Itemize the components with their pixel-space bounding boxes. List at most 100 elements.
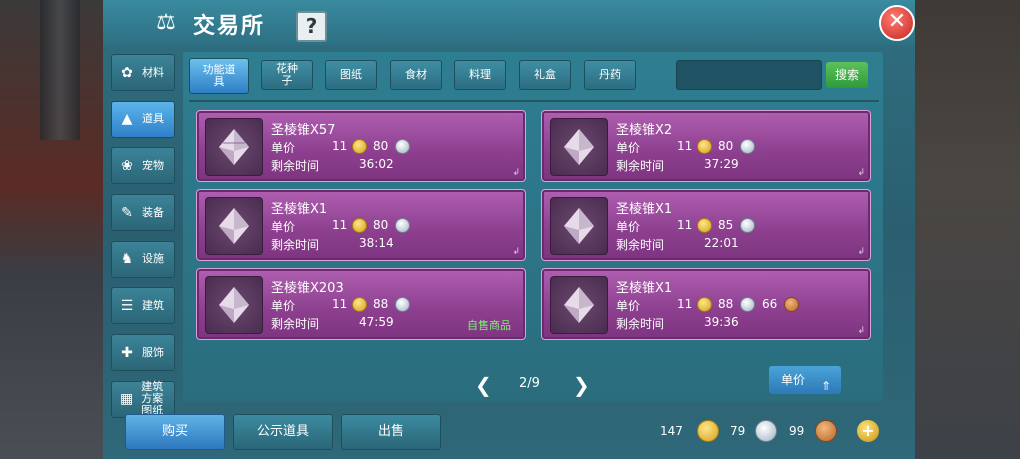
item-name: 圣棱锥X1 bbox=[616, 281, 673, 296]
corner-mark-icon: ↲ bbox=[857, 247, 865, 257]
listing-card[interactable]: 圣棱锥X203 单价 11 88 剩余时间 47:59 自售商品 bbox=[196, 268, 526, 340]
time-remaining: 37:29 bbox=[704, 157, 739, 171]
listing-area: 功能道具 花种子 图纸 食材 料理 礼盒 丹药 搜索 圣棱锥X57 单价 11 … bbox=[183, 52, 883, 402]
next-page-button[interactable]: ❯ bbox=[573, 373, 590, 397]
tab-ingredients[interactable]: 食材 bbox=[390, 60, 442, 90]
gold-coin-icon bbox=[352, 297, 367, 312]
gold-price: 11 bbox=[332, 139, 348, 153]
tab-blueprints[interactable]: 图纸 bbox=[325, 60, 377, 90]
gold-price: 11 bbox=[332, 218, 348, 232]
divider bbox=[189, 100, 879, 102]
sidebar-item-equipment[interactable]: ✎ 装备 bbox=[111, 194, 175, 232]
time-remaining: 22:01 bbox=[704, 236, 739, 250]
sidebar-item-tools[interactable]: ▲ 道具 bbox=[111, 100, 175, 138]
tab-label: 图纸 bbox=[340, 68, 362, 81]
blueprint-icon: ▦ bbox=[119, 391, 134, 408]
price-label: 单价 bbox=[271, 220, 296, 234]
sidebar-item-label: 装备 bbox=[142, 205, 164, 219]
price-label: 单价 bbox=[271, 141, 296, 155]
tab-functional-items[interactable]: 功能道具 bbox=[189, 58, 249, 94]
corner-mark-icon: ↲ bbox=[512, 168, 520, 178]
time-label: 剩余时间 bbox=[271, 159, 320, 173]
tab-label: 花种子 bbox=[276, 62, 298, 87]
time-label: 剩余时间 bbox=[271, 238, 320, 252]
gold-balance: 147 bbox=[660, 424, 683, 438]
silver-coin-icon bbox=[740, 139, 755, 154]
tab-elixirs[interactable]: 丹药 bbox=[584, 60, 636, 90]
time-label: 剩余时间 bbox=[616, 159, 665, 173]
price-label: 单价 bbox=[616, 220, 641, 234]
tab-label: 料理 bbox=[469, 68, 491, 81]
publicize-item-button[interactable]: 公示道具 bbox=[233, 414, 333, 450]
search-button[interactable]: 搜索 bbox=[826, 62, 868, 88]
paw-icon: ❀ bbox=[121, 157, 133, 174]
own-listing-label: 自售商品 bbox=[467, 319, 511, 332]
sidebar-item-facilities[interactable]: ♞ 设施 bbox=[111, 240, 175, 278]
pyramid-item-icon bbox=[205, 118, 263, 176]
sidebar-item-label: 宠物 bbox=[142, 158, 164, 172]
silver-balance: 79 bbox=[730, 424, 746, 438]
copper-balance: 99 bbox=[789, 424, 805, 438]
silver-coin-icon bbox=[740, 297, 755, 312]
search-input[interactable] bbox=[676, 60, 822, 90]
item-name: 圣棱锥X203 bbox=[271, 281, 344, 296]
item-name: 圣棱锥X2 bbox=[616, 123, 673, 138]
pyramid-item-icon bbox=[550, 276, 608, 334]
listing-card[interactable]: 圣棱锥X2 单价 11 80 剩余时间 37:29 ↲ bbox=[541, 110, 871, 182]
listing-card[interactable]: 圣棱锥X1 单价 11 88 66 剩余时间 39:36 ↲ bbox=[541, 268, 871, 340]
background-right bbox=[900, 0, 1020, 459]
buy-button[interactable]: 购买 bbox=[125, 414, 225, 450]
listing-card[interactable]: 圣棱锥X1 单价 11 85 剩余时间 22:01 ↲ bbox=[541, 189, 871, 261]
page-indicator: 2/9 bbox=[519, 376, 540, 391]
time-remaining: 39:36 bbox=[704, 315, 739, 329]
category-sidebar: ✿ 材料 ▲ 道具 ❀ 宠物 ✎ 装备 ♞ 设施 ☰ 建筑 ✚ 服饰 ▦ 建筑方案图纸 bbox=[111, 54, 175, 428]
silver-coin-icon bbox=[740, 218, 755, 233]
silver-price: 85 bbox=[718, 218, 734, 232]
sell-button[interactable]: 出售 bbox=[341, 414, 441, 450]
sidebar-item-clothing[interactable]: ✚ 服饰 bbox=[111, 334, 175, 372]
tools-icon: ▲ bbox=[121, 111, 133, 128]
action-bar: 购买 公示道具 出售 147 79 99 + bbox=[103, 406, 915, 459]
gold-coin-icon bbox=[697, 139, 712, 154]
clothing-icon: ✚ bbox=[121, 344, 133, 361]
silver-coin-icon bbox=[755, 420, 777, 442]
tab-gift-box[interactable]: 礼盒 bbox=[519, 60, 571, 90]
silver-coin-icon bbox=[395, 139, 410, 154]
gold-coin-icon bbox=[352, 218, 367, 233]
sidebar-item-buildings[interactable]: ☰ 建筑 bbox=[111, 287, 175, 325]
item-name: 圣棱锥X1 bbox=[271, 202, 328, 217]
sort-by-price-button[interactable]: 单价 ⇑ bbox=[769, 366, 841, 394]
price-label: 单价 bbox=[616, 299, 641, 313]
pyramid-item-icon bbox=[550, 197, 608, 255]
sword-icon: ✎ bbox=[121, 204, 133, 221]
tab-cuisine[interactable]: 料理 bbox=[454, 60, 506, 90]
time-remaining: 36:02 bbox=[359, 157, 394, 171]
exchange-panel: ⚖ 交易所 ? ✕ ✿ 材料 ▲ 道具 ❀ 宠物 ✎ 装备 ♞ 设施 ☰ 建筑 ✚ 服饰 ▦ 建… bbox=[103, 0, 915, 459]
time-label: 剩余时间 bbox=[616, 317, 665, 331]
gold-coin-icon bbox=[697, 218, 712, 233]
pyramid-item-icon bbox=[205, 276, 263, 334]
tab-flower-seeds[interactable]: 花种子 bbox=[261, 60, 313, 90]
price-label: 单价 bbox=[271, 299, 296, 313]
sidebar-item-label: 服饰 bbox=[142, 345, 164, 359]
tab-label: 丹药 bbox=[599, 68, 621, 81]
silver-price: 88 bbox=[718, 297, 734, 311]
close-button[interactable]: ✕ bbox=[879, 5, 915, 41]
gold-coin-icon bbox=[697, 297, 712, 312]
background-pillar bbox=[40, 0, 80, 140]
gold-coin-icon bbox=[697, 420, 719, 442]
listing-card[interactable]: 圣棱锥X57 单价 11 80 剩余时间 36:02 ↲ bbox=[196, 110, 526, 182]
help-button[interactable]: ? bbox=[296, 11, 327, 42]
prev-page-button[interactable]: ❮ bbox=[475, 373, 492, 397]
corner-mark-icon: ↲ bbox=[857, 326, 865, 336]
listing-card[interactable]: 圣棱锥X1 单价 11 80 剩余时间 38:14 ↲ bbox=[196, 189, 526, 261]
sidebar-item-materials[interactable]: ✿ 材料 bbox=[111, 54, 175, 91]
building-icon: ☰ bbox=[120, 297, 134, 314]
page-title: 交易所 bbox=[193, 14, 266, 39]
add-currency-button[interactable]: + bbox=[857, 420, 879, 442]
sidebar-item-pets[interactable]: ❀ 宠物 bbox=[111, 147, 175, 185]
silver-price: 80 bbox=[373, 218, 389, 232]
copper-coin-icon bbox=[784, 297, 799, 312]
gold-price: 11 bbox=[677, 297, 693, 311]
gold-price: 11 bbox=[332, 297, 348, 311]
